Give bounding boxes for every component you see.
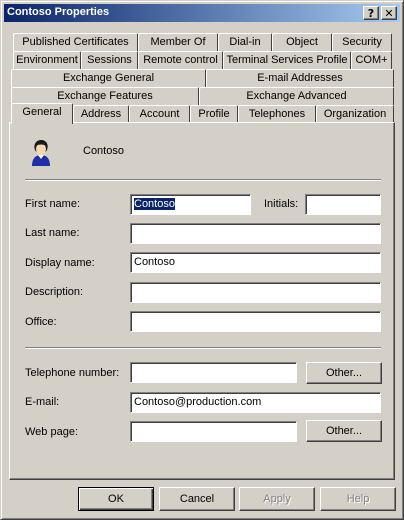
first-name-label: First name: [25,198,81,210]
telephone-other-button[interactable]: Other... [306,362,382,384]
help-button[interactable]: Help [320,487,396,511]
cancel-button[interactable]: Cancel [159,487,235,511]
office-input[interactable] [130,311,381,332]
object-name: Contoso [83,145,124,157]
initials-label: Initials: [264,198,299,210]
tab-exchange-advanced[interactable]: Exchange Advanced [199,87,394,105]
web-page-other-button[interactable]: Other... [306,420,382,442]
tab-address[interactable]: Address [73,105,129,123]
tab-sessions[interactable]: Sessions [81,51,138,69]
web-page-input[interactable] [130,421,297,442]
office-label: Office: [25,316,57,328]
tab-exchange-general[interactable]: Exchange General [11,69,206,87]
help-title-button[interactable]: ? [363,6,379,20]
description-input[interactable] [130,282,381,303]
ok-button[interactable]: OK [78,487,154,511]
tab-telephones[interactable]: Telephones [238,105,316,123]
web-page-label: Web page: [25,426,79,438]
apply-button[interactable]: Apply [239,487,315,511]
tab-object[interactable]: Object [272,33,332,51]
tab-email-addresses[interactable]: E-mail Addresses [206,69,394,87]
tab-terminal-services-profile[interactable]: Terminal Services Profile [223,51,351,69]
tab-member-of[interactable]: Member Of [138,33,218,51]
last-name-label: Last name: [25,227,80,239]
telephone-input[interactable] [130,362,297,383]
first-name-value: Contoso [134,198,175,210]
tab-com-plus[interactable]: COM+ [351,51,392,69]
tab-profile[interactable]: Profile [190,105,238,123]
tab-account[interactable]: Account [129,105,190,123]
tab-dial-in[interactable]: Dial-in [218,33,272,51]
display-name-label: Display name: [25,257,95,269]
tab-published-certificates[interactable]: Published Certificates [13,33,138,51]
tab-environment[interactable]: Environment [13,51,81,69]
email-input[interactable]: Contoso@production.com [130,392,381,413]
user-icon [32,140,50,166]
tab-general[interactable]: General [11,103,73,124]
last-name-input[interactable] [130,223,381,244]
telephone-label: Telephone number: [25,367,120,379]
first-name-input[interactable]: Contoso [130,194,251,215]
properties-dialog: Contoso Properties ? ✕ Published Certifi… [0,0,404,520]
email-label: E-mail: [25,396,60,408]
title-bar[interactable]: Contoso Properties ? ✕ [4,4,400,22]
initials-input[interactable] [305,194,381,215]
display-name-input[interactable]: Contoso [130,252,381,273]
description-label: Description: [25,286,84,298]
tab-security[interactable]: Security [332,33,392,51]
close-icon[interactable]: ✕ [381,6,397,20]
separator [25,347,381,349]
separator [25,179,381,181]
tab-remote-control[interactable]: Remote control [138,51,223,69]
window-title: Contoso Properties [7,6,110,18]
tab-organization[interactable]: Organization [316,105,394,123]
